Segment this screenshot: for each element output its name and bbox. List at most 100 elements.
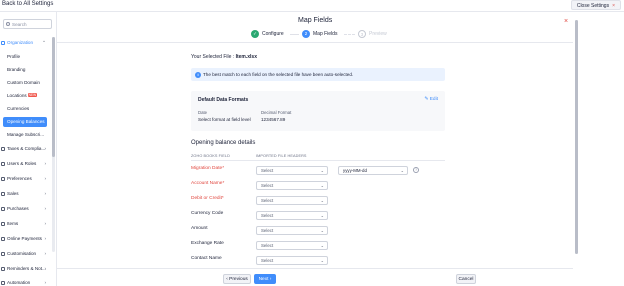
sidebar-item-label: Taxes & Complia... [7,146,46,151]
search-placeholder: Search [12,22,27,27]
previous-button[interactable]: ‹ Previous [223,274,251,284]
card-icon [1,237,5,241]
sidebar-item-label: Organization [7,40,34,45]
sidebar-item-users-roles[interactable]: Users & Roles › [0,159,50,169]
formats-title: Default Data Formats [198,97,249,103]
field-label-debit-or-credit: Debit or Credit* [191,196,224,201]
search-input[interactable]: Search [3,19,52,29]
currency-code-select[interactable]: Select ⌄ [256,211,328,220]
back-to-settings-link[interactable]: Back to All Settings [2,1,53,7]
sidebar-item-organization[interactable]: Organization ⌃ [0,38,50,48]
sidebar-item-label: Preferences [7,176,32,181]
field-label-migration-date: Migration Date* [191,166,225,171]
page-title: Map Fields [298,17,333,24]
close-icon: × [612,3,615,9]
sidebar-item-label: Sales [7,191,19,196]
sidebar-item-label: Profile [7,54,21,59]
section-title: Opening balance details [191,140,256,146]
sidebar-item-label: Manage Subscri... [7,132,45,137]
select-value: Select [261,258,274,263]
sidebar-item-label: Reminders & Not... [7,266,46,271]
column-divider [191,160,445,161]
select-value: yyyy-MM-dd [343,168,367,173]
sidebar-item-locations[interactable]: Locations NEW [0,91,50,101]
migration-date-select[interactable]: Select ⌄ [256,166,328,175]
sidebar-item-online-payments[interactable]: Online Payments › [0,234,50,244]
paint-icon [1,252,5,256]
sidebar-item-label: Purchases [7,206,29,211]
sidebar-item-label: Items [7,221,19,226]
amount-select[interactable]: Select ⌄ [256,226,328,235]
chevron-down-icon: ⌄ [320,258,324,263]
footer-divider [57,268,573,269]
step-label: Configure [262,31,284,37]
sidebar-item-preferences[interactable]: Preferences › [0,174,50,184]
chevron-right-icon: › [44,266,46,271]
auto-select-info-banner: i The best match to each field on the se… [191,68,445,81]
sidebar-item-automation[interactable]: Automation › [0,278,50,286]
exchange-rate-select[interactable]: Select ⌄ [256,241,328,250]
step-number: 2 [302,30,310,38]
sidebar-item-custom-domain[interactable]: Custom Domain [0,78,50,88]
main-scrollbar-thumb[interactable] [575,20,578,254]
step-connector [290,34,299,35]
sidebar-item-opening-balances[interactable]: Opening Balances [3,117,47,127]
search-icon [6,22,10,26]
step-label: Map Fields [313,31,338,37]
sidebar-item-purchases[interactable]: Purchases › [0,204,50,214]
field-label-amount: Amount [191,226,208,231]
sidebar-item-reminders[interactable]: Reminders & Not... › [0,264,50,274]
sidebar-item-customisation[interactable]: Customisation › [0,249,50,259]
main-scrollbar[interactable] [575,20,578,254]
help-icon[interactable]: ? [413,167,419,173]
contact-name-select[interactable]: Select ⌄ [256,256,328,265]
edit-formats-button[interactable]: ✎ Edit [424,97,438,102]
field-label-currency-code: Currency Code [191,211,224,216]
close-settings-button[interactable]: Close Settings × [570,0,621,10]
column-header-zoho-field: ZOHO BOOKS FIELD [191,154,230,158]
users-icon [1,162,5,166]
chevron-down-icon: ⌄ [400,168,404,173]
field-label-account-name: Account Name* [191,181,225,186]
sidebar-item-label: Branding [7,67,26,72]
building-icon [1,41,5,45]
sidebar-item-manage-subscription[interactable]: Manage Subscri... [0,130,50,140]
sidebar-item-items[interactable]: Items › [0,219,50,229]
next-button[interactable]: Next › [254,274,276,284]
chevron-right-icon: › [44,221,46,226]
select-value: Select [261,198,274,203]
step-connector [344,34,355,35]
header-divider [57,42,573,43]
sidebar-item-taxes[interactable]: Taxes & Complia... › [0,144,50,154]
select-value: Select [261,213,274,218]
sidebar-item-sales[interactable]: Sales › [0,189,50,199]
chevron-down-icon: ⌄ [320,228,324,233]
sidebar-item-label: Opening Balances [7,119,45,124]
sidebar-item-profile[interactable]: Profile [0,52,50,62]
chevron-right-icon: › [44,176,46,181]
close-icon[interactable]: × [564,18,568,25]
chevron-up-icon: ⌃ [42,40,46,45]
new-badge: NEW [27,93,38,97]
select-value: Select [261,243,274,248]
edit-label: Edit [429,97,438,102]
chevron-down-icon: ⌄ [320,213,324,218]
sidebar-item-label: Locations [7,93,27,98]
chevron-right-icon: › [44,251,46,256]
sidebar-item-branding[interactable]: Branding [0,65,50,75]
cancel-button[interactable]: Cancel [456,274,476,284]
account-name-select[interactable]: Select ⌄ [256,181,328,190]
tax-icon [1,147,5,151]
date-format-select[interactable]: yyyy-MM-dd ⌄ [338,166,408,175]
sidebar-scrollbar[interactable] [52,37,55,252]
selected-file-prefix: Your Selected File : [191,54,236,60]
sidebar-item-label: Currencies [7,106,30,111]
sidebar-scrollbar-thumb[interactable] [52,37,55,157]
sidebar-item-currencies[interactable]: Currencies [0,104,50,114]
chevron-right-icon: › [44,191,46,196]
debit-or-credit-select[interactable]: Select ⌄ [256,196,328,205]
selected-file-name: Item.xlsx [235,54,257,60]
decimal-format-label: Decimal Format [261,110,292,115]
info-text: The best match to each field on the sele… [203,72,354,77]
sales-icon [1,192,5,196]
